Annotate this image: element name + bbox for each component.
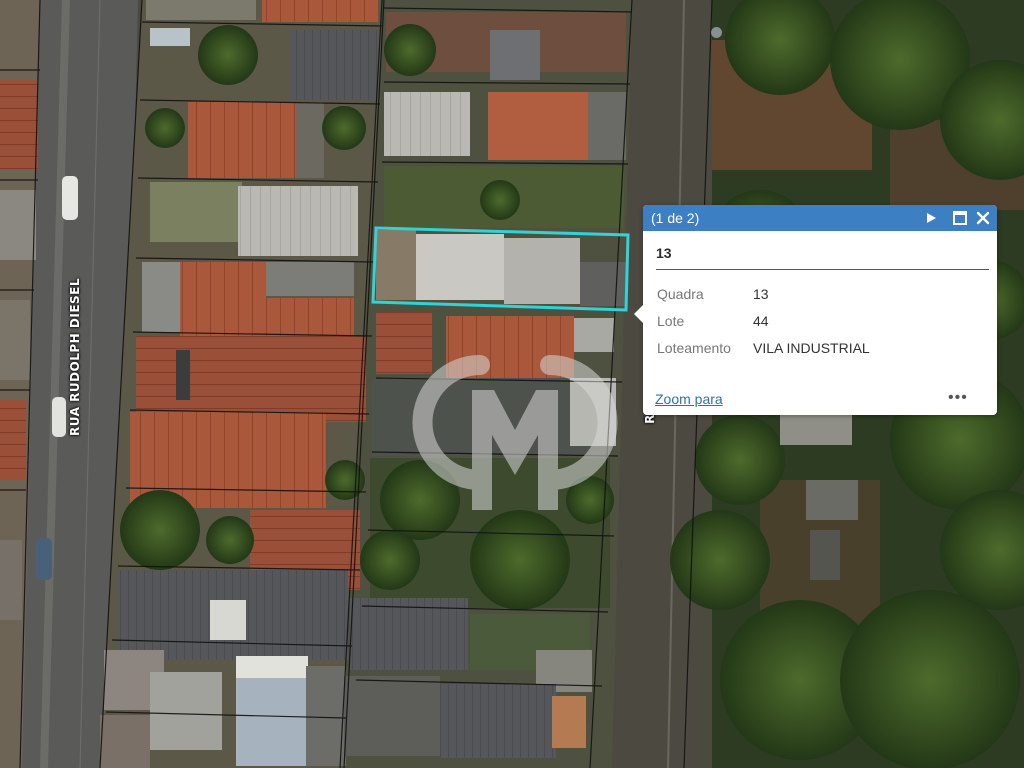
- attribute-value: VILA INDUSTRIAL: [753, 340, 870, 356]
- popup-divider: [656, 269, 989, 270]
- attribute-value: 13: [753, 286, 769, 302]
- street-label-right: R: [642, 414, 657, 424]
- street-label-left: RUA RUDOLPH DIESEL: [68, 278, 82, 436]
- popup-feature-count: (1 de 2): [651, 210, 700, 226]
- popup-header: (1 de 2): [643, 205, 997, 231]
- info-popup: (1 de 2) 13 Quadra 13 Lote 44 Loteamento…: [634, 205, 997, 415]
- attribute-row: Loteamento VILA INDUSTRIAL: [653, 335, 870, 362]
- popup-pointer: [634, 305, 643, 323]
- attribute-table: Quadra 13 Lote 44 Loteamento VILA INDUST…: [653, 281, 870, 362]
- popup-title: 13: [656, 245, 672, 261]
- more-actions-button[interactable]: •••: [948, 389, 968, 407]
- attribute-row: Quadra 13: [653, 281, 870, 308]
- attribute-key: Loteamento: [657, 340, 731, 356]
- close-icon[interactable]: [974, 209, 992, 227]
- watermark-logo: [412, 355, 618, 510]
- next-arrow-icon[interactable]: [922, 209, 940, 227]
- maximize-icon[interactable]: [951, 209, 969, 227]
- attribute-key: Lote: [657, 313, 685, 329]
- map-point-marker[interactable]: [711, 27, 722, 38]
- attribute-row: Lote 44: [653, 308, 870, 335]
- attribute-key: Quadra: [657, 286, 704, 302]
- attribute-value: 44: [753, 313, 769, 329]
- zoom-to-link[interactable]: Zoom para: [655, 391, 723, 407]
